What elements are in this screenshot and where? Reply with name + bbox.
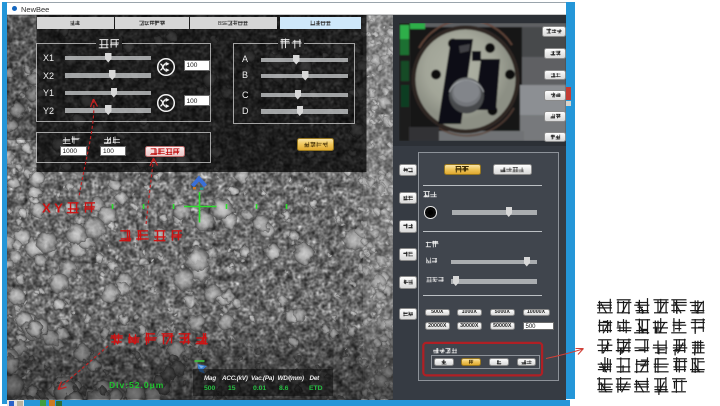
svg-text:X: X <box>42 200 51 215</box>
svg-text:Y: Y <box>54 200 63 215</box>
